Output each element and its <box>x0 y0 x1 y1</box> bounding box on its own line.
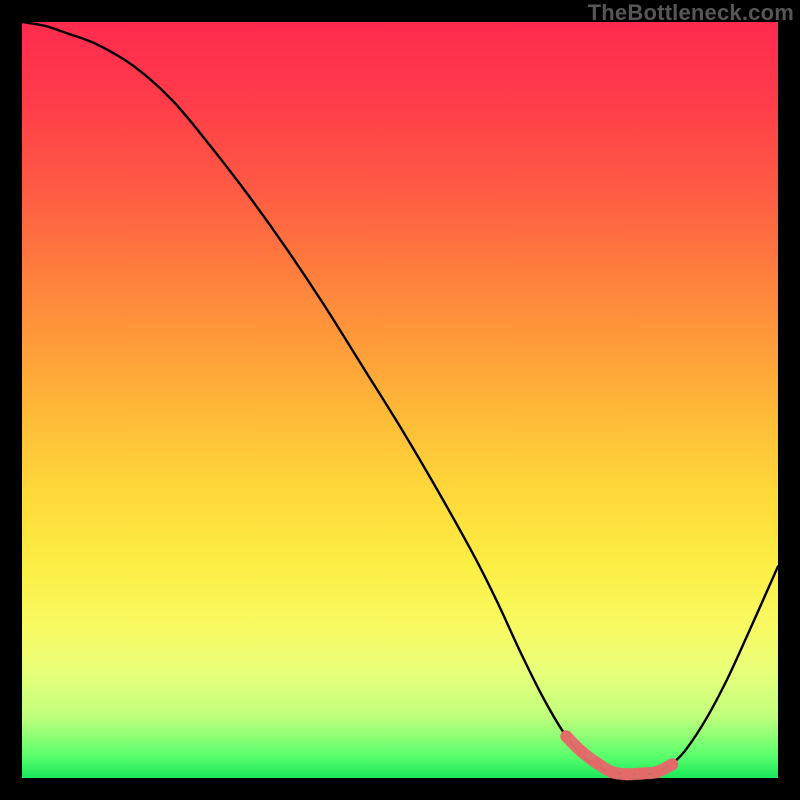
watermark: TheBottleneck.com <box>588 0 794 26</box>
chart-svg <box>22 22 778 778</box>
marker-dot <box>560 730 572 742</box>
marker-dot <box>591 757 603 769</box>
curve-group <box>22 22 778 774</box>
plot-area <box>22 22 778 778</box>
marker-dot <box>651 766 663 778</box>
marker-dot <box>636 767 648 779</box>
marker-dot <box>621 768 633 780</box>
marker-dot <box>666 758 678 770</box>
bottleneck-curve <box>22 22 778 774</box>
marker-dot <box>575 746 587 758</box>
marker-dot <box>606 766 618 778</box>
chart-frame: TheBottleneck.com <box>0 0 800 800</box>
marker-group <box>560 730 678 780</box>
